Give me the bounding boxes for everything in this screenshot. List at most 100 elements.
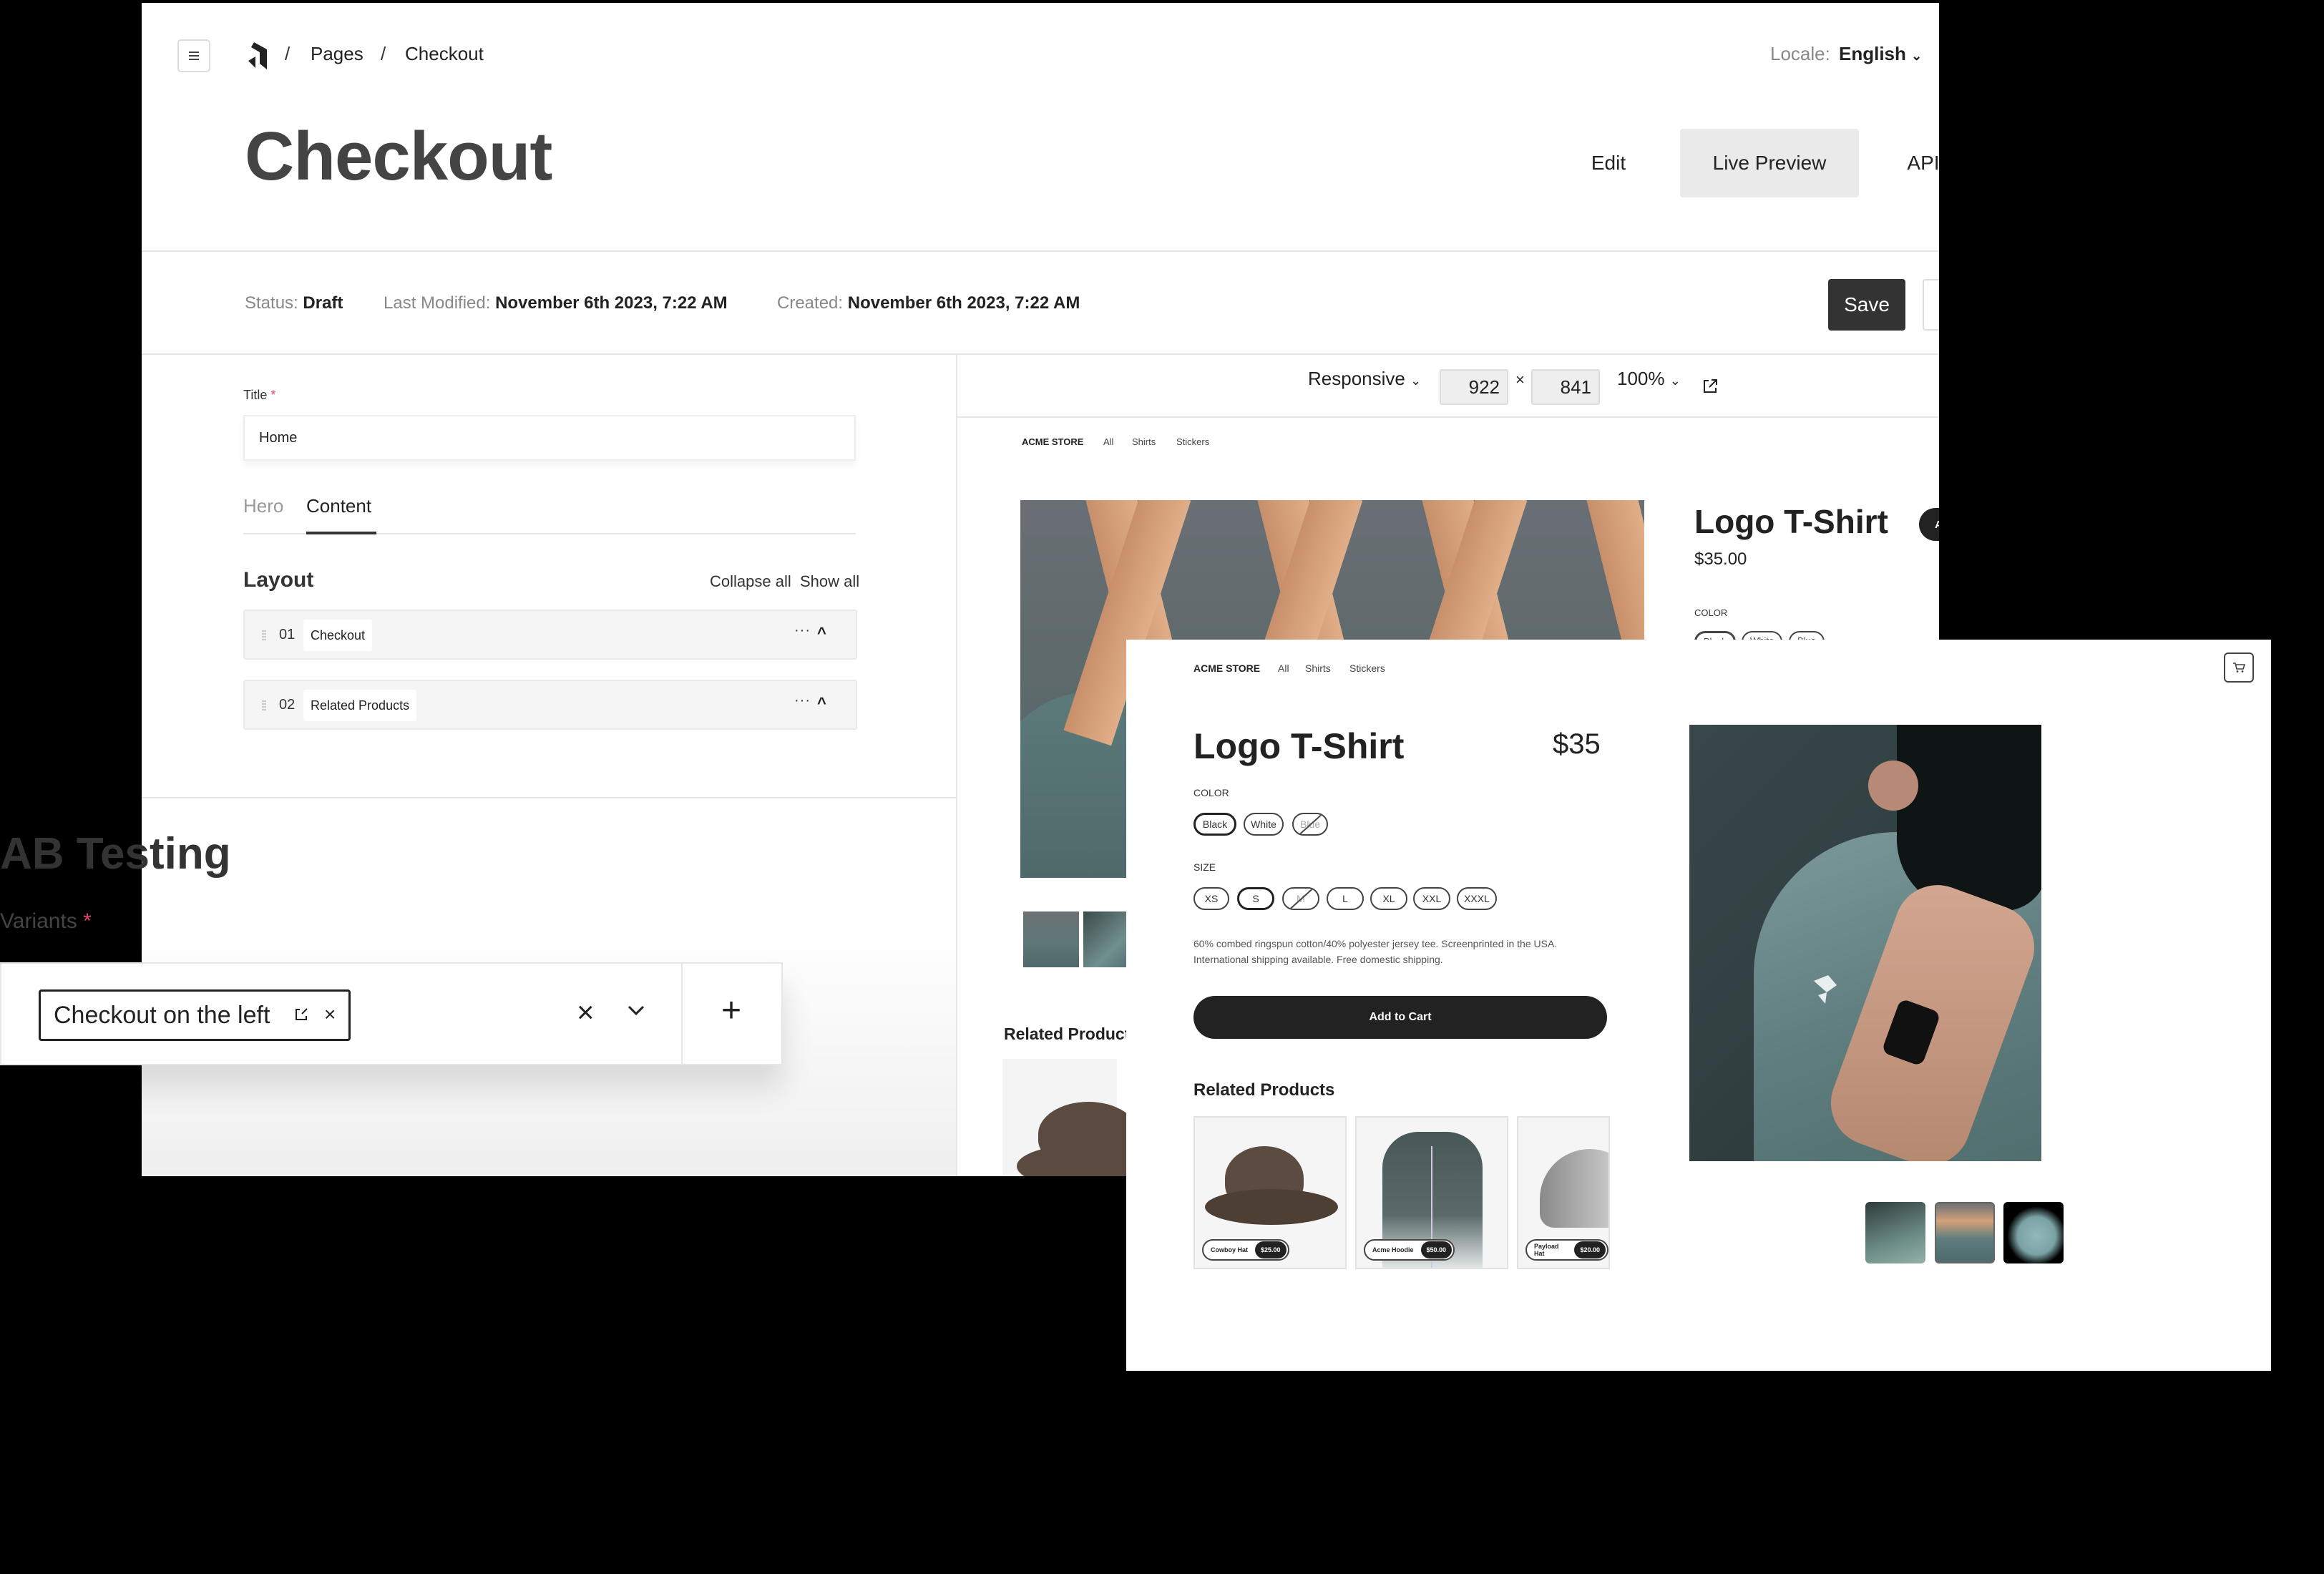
cart-button[interactable] <box>2224 652 2254 683</box>
layout-block[interactable]: 01 Checkout ··· ^ <box>243 610 857 660</box>
block-name: Checkout <box>303 620 373 651</box>
size-option-s[interactable]: S <box>1237 887 1274 910</box>
locale-value: English <box>1839 43 1906 64</box>
zoom-select[interactable]: 100% ⌄ <box>1617 368 1681 390</box>
related-product-card[interactable]: Payload Hat $20.00 <box>1517 1116 1610 1269</box>
hamburger-icon <box>189 49 199 62</box>
product-thumbnail[interactable] <box>1935 1202 1995 1263</box>
related-product-card[interactable] <box>1002 1059 1146 1176</box>
variant-chip-label: Checkout on the left <box>54 1001 270 1029</box>
more-options-button[interactable] <box>1923 279 1939 331</box>
tab-content[interactable]: Content <box>306 495 371 517</box>
collapse-all-button[interactable]: Collapse all <box>710 572 791 591</box>
breadcrumb-separator: / <box>285 43 290 64</box>
remove-variant-icon[interactable]: × <box>324 1003 336 1026</box>
size-option-l[interactable]: L <box>1327 887 1364 910</box>
active-tab-indicator <box>306 532 376 534</box>
related-products-heading: Related Products <box>1193 1080 1335 1100</box>
layout-heading: Layout <box>243 568 314 592</box>
times-sign: × <box>1515 371 1525 388</box>
size-option-xs[interactable]: XS <box>1193 887 1229 910</box>
product-price-pill: Payload Hat $20.00 <box>1525 1239 1608 1261</box>
divider <box>957 416 1939 418</box>
divider <box>681 964 683 1064</box>
size-option-xxxl[interactable]: XXXL <box>1457 887 1497 910</box>
product-thumbnail[interactable] <box>2003 1202 2064 1263</box>
divider <box>142 353 1939 355</box>
nav-stickers[interactable]: Stickers <box>1176 436 1209 447</box>
chevron-down-icon: ⌄ <box>1669 373 1681 388</box>
show-all-button[interactable]: Show all <box>800 572 859 591</box>
product-thumbnail[interactable] <box>1865 1202 1925 1263</box>
chevron-down-icon: ⌄ <box>1911 49 1923 63</box>
drag-handle-icon[interactable] <box>262 700 266 711</box>
tab-api[interactable]: API <box>1888 129 1939 197</box>
size-option-xxl[interactable]: XXL <box>1413 887 1450 910</box>
title-input[interactable]: Home <box>243 415 856 461</box>
color-option-black[interactable]: Black <box>1193 813 1236 836</box>
breadcrumb-separator: / <box>381 43 386 64</box>
chevron-up-icon[interactable]: ^ <box>817 694 826 713</box>
chevron-up-icon[interactable]: ^ <box>817 624 826 642</box>
color-label: COLOR <box>1694 607 1728 618</box>
last-modified-meta: Last Modified: November 6th 2023, 7:22 A… <box>384 293 728 313</box>
related-product-card[interactable]: Acme Hoodie $50.00 <box>1355 1116 1508 1269</box>
nav-shirts[interactable]: Shirts <box>1305 663 1331 674</box>
nav-shirts[interactable]: Shirts <box>1132 436 1156 447</box>
block-more-button[interactable]: ··· <box>794 693 811 709</box>
locale-label: Locale: <box>1770 43 1830 64</box>
add-variant-button[interactable]: + <box>721 991 741 1030</box>
product-thumbnail[interactable] <box>1023 911 1079 967</box>
block-more-button[interactable]: ··· <box>794 622 811 639</box>
responsive-select[interactable]: Responsive ⌄ <box>1308 368 1421 390</box>
brand-logo-icon <box>1814 975 1837 1004</box>
store-brand[interactable]: ACME STORE <box>1022 436 1083 447</box>
block-name: Related Products <box>303 690 417 721</box>
layout-block[interactable]: 02 Related Products ··· ^ <box>243 680 857 730</box>
tab-live-preview[interactable]: Live Preview <box>1680 129 1859 197</box>
product-price: $35.00 <box>1694 549 1747 569</box>
color-option-white[interactable]: White <box>1244 813 1284 836</box>
panel-divider[interactable] <box>956 355 957 1176</box>
color-label: COLOR <box>1193 787 1229 798</box>
locale-select[interactable]: English ⌄ <box>1839 43 1922 65</box>
size-option-xl[interactable]: XL <box>1370 887 1407 910</box>
product-image[interactable] <box>1689 725 2041 1161</box>
color-option-blue[interactable]: Blue <box>1292 813 1328 836</box>
nav-all[interactable]: All <box>1278 663 1289 674</box>
title-field-label: Title * <box>243 388 276 402</box>
product-description: 60% combed ringspun cotton/40% polyester… <box>1193 938 1558 965</box>
nav-stickers[interactable]: Stickers <box>1349 663 1385 674</box>
preview-height-input[interactable]: 841 <box>1531 369 1600 405</box>
save-button[interactable]: Save <box>1828 279 1905 331</box>
page-title: Checkout <box>245 118 552 195</box>
chevron-down-icon: ⌄ <box>1410 373 1422 388</box>
store-brand[interactable]: ACME STORE <box>1193 663 1260 674</box>
nav-all[interactable]: All <box>1103 436 1113 447</box>
status-badge: Draft <box>303 293 343 313</box>
add-to-cart-button[interactable]: Add to Cart <box>1193 996 1607 1039</box>
external-link-icon[interactable] <box>1702 378 1719 395</box>
status-meta: Status: Draft <box>245 293 343 313</box>
product-title: Logo T-Shirt <box>1694 503 1888 540</box>
product-price-pill: Acme Hoodie $50.00 <box>1364 1239 1455 1261</box>
product-title: Logo T-Shirt <box>1193 726 1405 766</box>
block-number: 01 <box>279 627 296 642</box>
tab-edit[interactable]: Edit <box>1573 129 1644 197</box>
add-to-cart-button[interactable]: Add to Cart <box>1919 508 1939 541</box>
chevron-down-icon[interactable] <box>625 999 647 1021</box>
drag-handle-icon[interactable] <box>262 630 266 641</box>
preview-width-input[interactable]: 922 <box>1440 369 1508 405</box>
variants-select[interactable]: Checkout on the left × × + <box>0 962 783 1065</box>
product-price-pill: Cowboy Hat $25.00 <box>1202 1239 1289 1261</box>
payload-logo-icon[interactable] <box>245 42 270 69</box>
tab-hero[interactable]: Hero <box>243 495 283 517</box>
size-option-m[interactable]: M <box>1282 887 1319 910</box>
edit-external-icon[interactable] <box>293 1006 310 1023</box>
variant-chip[interactable]: Checkout on the left × <box>39 989 351 1041</box>
related-product-card[interactable]: Cowboy Hat $25.00 <box>1193 1116 1347 1269</box>
breadcrumb-pages[interactable]: Pages <box>311 43 363 65</box>
created-meta: Created: November 6th 2023, 7:22 AM <box>777 293 1080 313</box>
menu-button[interactable] <box>177 39 210 72</box>
clear-icon[interactable]: × <box>577 995 595 1030</box>
